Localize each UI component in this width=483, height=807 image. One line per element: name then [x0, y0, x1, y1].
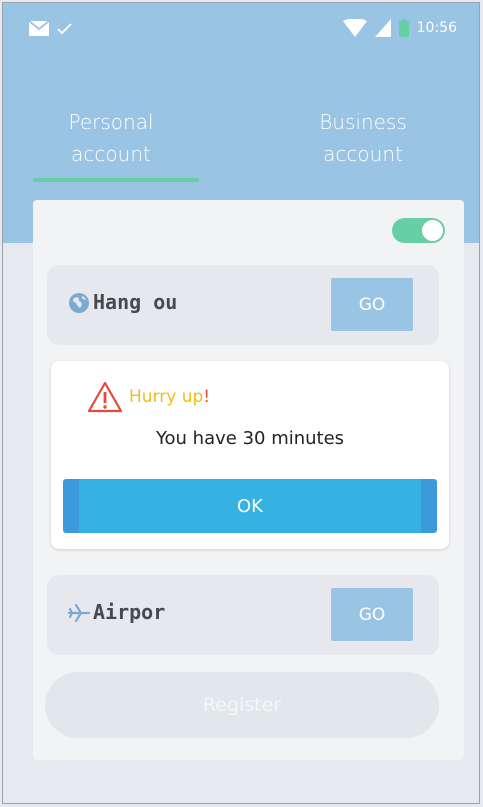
status-left: [29, 21, 72, 36]
dialog-title-text: Hurry up: [129, 387, 204, 407]
register-button[interactable]: Register: [45, 672, 439, 738]
battery-icon: [398, 19, 409, 37]
go-button[interactable]: GO: [331, 278, 413, 331]
row-label: Hang ou: [93, 290, 178, 314]
tab-personal-account[interactable]: Personal account: [11, 106, 211, 170]
check-icon: [57, 22, 72, 34]
tab-business-line2: account: [323, 142, 403, 166]
dialog-message: You have 30 minutes: [155, 428, 345, 449]
list-item-hang-out: Hang ou GO: [47, 265, 439, 345]
toggle-knob: [422, 220, 443, 241]
tab-business-line1: Business: [319, 110, 407, 134]
ok-button[interactable]: OK: [63, 479, 437, 533]
go-button[interactable]: GO: [331, 588, 413, 641]
alert-dialog: Hurry up! You have 30 minutes OK: [51, 361, 449, 549]
globe-icon: [69, 293, 89, 313]
warning-icon: [87, 381, 123, 413]
tab-business-account[interactable]: Business account: [263, 106, 463, 170]
tab-personal-line1: Personal: [68, 110, 154, 134]
mail-icon: [29, 21, 49, 36]
signal-icon: [374, 19, 391, 37]
dialog-title: Hurry up!: [87, 381, 210, 413]
list-item-airport: Airpor GO: [47, 575, 439, 655]
phone-screen: 10:56 Personal account Business account …: [2, 2, 480, 804]
tab-personal-line2: account: [71, 142, 151, 166]
account-tabs: Personal account Business account: [3, 106, 479, 196]
wifi-icon: [342, 19, 367, 37]
toggle-switch[interactable]: [392, 218, 445, 243]
airplane-icon: [67, 603, 91, 623]
row-label: Airpor: [93, 600, 166, 624]
status-time: 10:56: [416, 20, 457, 36]
status-right: 10:56: [342, 19, 457, 37]
status-bar: 10:56: [3, 3, 479, 59]
tab-selected-indicator: [33, 178, 199, 182]
dialog-title-exclamation: !: [203, 387, 211, 407]
